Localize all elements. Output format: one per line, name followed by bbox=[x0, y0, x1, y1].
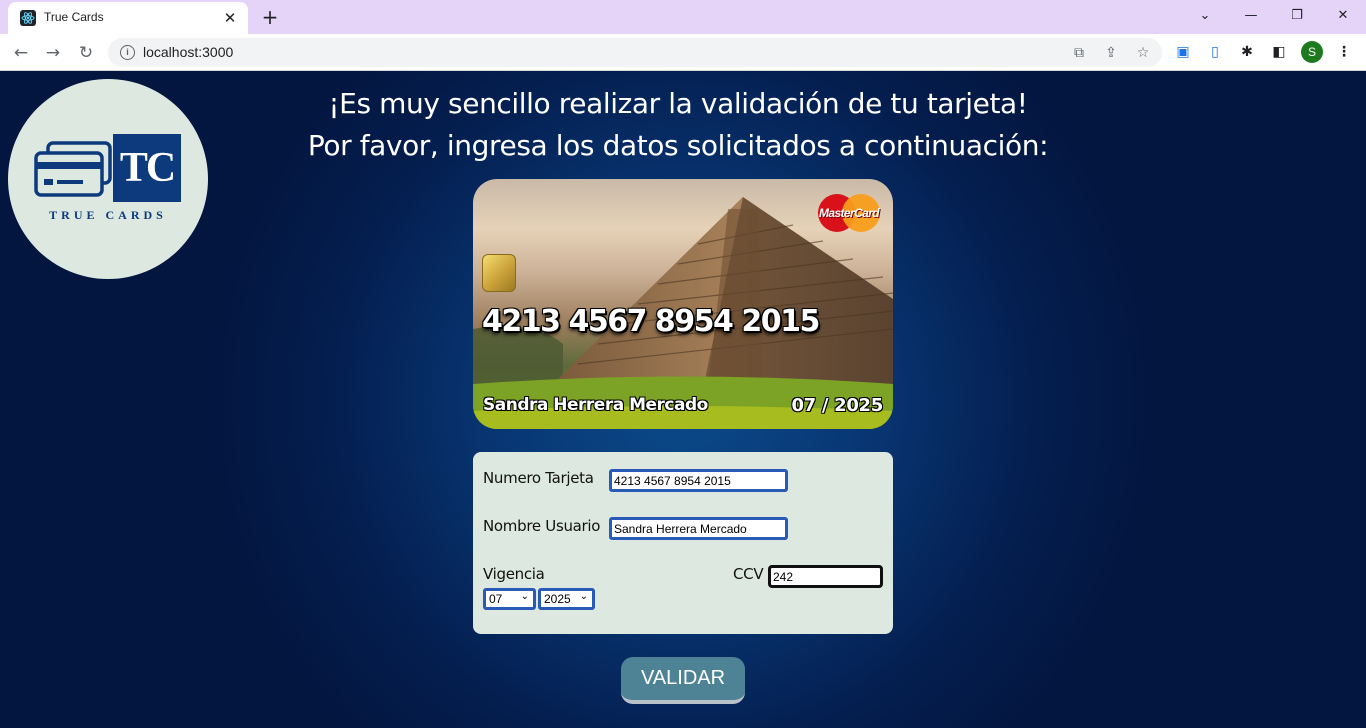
forward-button[interactable]: → bbox=[40, 40, 66, 66]
close-window-button[interactable]: ✕ bbox=[1328, 3, 1358, 29]
share-icon[interactable]: ⇪ bbox=[1101, 43, 1121, 63]
card-holder-display: Sandra Herrera Mercado bbox=[483, 395, 708, 415]
bookmark-star-icon[interactable]: ☆ bbox=[1133, 43, 1153, 63]
logo-brand-text: TRUE CARDS bbox=[49, 208, 167, 222]
card-chip-icon bbox=[482, 254, 516, 292]
ccv-label: CCV bbox=[733, 565, 764, 583]
chevron-down-icon: ⌄ bbox=[520, 591, 529, 602]
close-tab-icon[interactable]: ✕ bbox=[220, 8, 240, 28]
user-name-input[interactable] bbox=[609, 517, 788, 540]
expiry-year-select[interactable]: 2025 ⌄ bbox=[538, 588, 595, 610]
minimize-window-button[interactable]: — bbox=[1236, 3, 1266, 29]
expiry-year-value: 2025 bbox=[544, 592, 571, 606]
heading-line-2: Por favor, ingresa los datos solicitados… bbox=[307, 129, 1049, 162]
page-heading: ¡Es muy sencillo realizar la validación … bbox=[0, 83, 1356, 167]
browser-tab-strip: True Cards ✕ + ⌄ — ❐ ✕ bbox=[0, 0, 1366, 34]
restore-window-button[interactable]: ❐ bbox=[1282, 3, 1312, 29]
url-text[interactable]: localhost:3000 bbox=[143, 44, 233, 60]
credit-card-preview: MasterCard 4213 4567 8954 2015 Sandra He… bbox=[473, 179, 893, 429]
reload-button[interactable]: ↻ bbox=[73, 40, 99, 66]
browser-toolbar: ← → ↻ i localhost:3000 ⧉ ⇪ ☆ ▣ ▯ ✱ ◧ S ⋮ bbox=[0, 34, 1366, 71]
ccv-input[interactable] bbox=[768, 565, 883, 588]
validity-label: Vigencia bbox=[483, 565, 545, 583]
expiry-month-select[interactable]: 07 ⌄ bbox=[483, 588, 536, 610]
mastercard-logo: MasterCard bbox=[818, 194, 880, 232]
validate-button[interactable]: VALIDAR bbox=[621, 657, 745, 704]
side-panel-icon[interactable]: ◧ bbox=[1269, 42, 1289, 62]
address-bar[interactable]: i localhost:3000 ⧉ ⇪ ☆ bbox=[108, 38, 1162, 67]
translate-icon[interactable]: ⧉ bbox=[1069, 43, 1089, 63]
extension-icon[interactable]: ▯ bbox=[1205, 42, 1225, 62]
heading-line-1: ¡Es muy sencillo realizar la validación … bbox=[328, 87, 1028, 120]
browser-tab[interactable]: True Cards ✕ bbox=[8, 2, 248, 34]
google-translate-extension-icon[interactable]: ▣ bbox=[1173, 42, 1193, 62]
user-name-label: Nombre Usuario bbox=[483, 517, 601, 535]
expiry-month-value: 07 bbox=[489, 592, 503, 606]
tab-title: True Cards bbox=[44, 10, 104, 24]
extensions-puzzle-icon[interactable]: ✱ bbox=[1237, 42, 1257, 62]
card-number-label: Numero Tarjeta bbox=[483, 469, 594, 487]
profile-avatar[interactable]: S bbox=[1301, 41, 1323, 63]
chevron-down-icon: ⌄ bbox=[579, 591, 588, 602]
page-background: TC TRUE CARDS ¡Es muy sencillo realizar … bbox=[0, 71, 1366, 728]
card-number-input[interactable] bbox=[609, 469, 788, 492]
back-button[interactable]: ← bbox=[8, 40, 34, 66]
card-number-display: 4213 4567 8954 2015 bbox=[482, 304, 820, 339]
more-menu-icon[interactable]: ⋮ bbox=[1334, 42, 1354, 62]
tab-search-icon[interactable]: ⌄ bbox=[1190, 3, 1220, 29]
site-info-icon[interactable]: i bbox=[120, 45, 135, 60]
mastercard-logo-text: MasterCard bbox=[818, 206, 880, 220]
card-validation-form: Numero Tarjeta Nombre Usuario Vigencia 0… bbox=[473, 452, 893, 634]
new-tab-button[interactable]: + bbox=[258, 5, 282, 29]
card-expiry-display: 07 / 2025 bbox=[791, 395, 883, 416]
react-favicon-icon bbox=[20, 10, 36, 26]
